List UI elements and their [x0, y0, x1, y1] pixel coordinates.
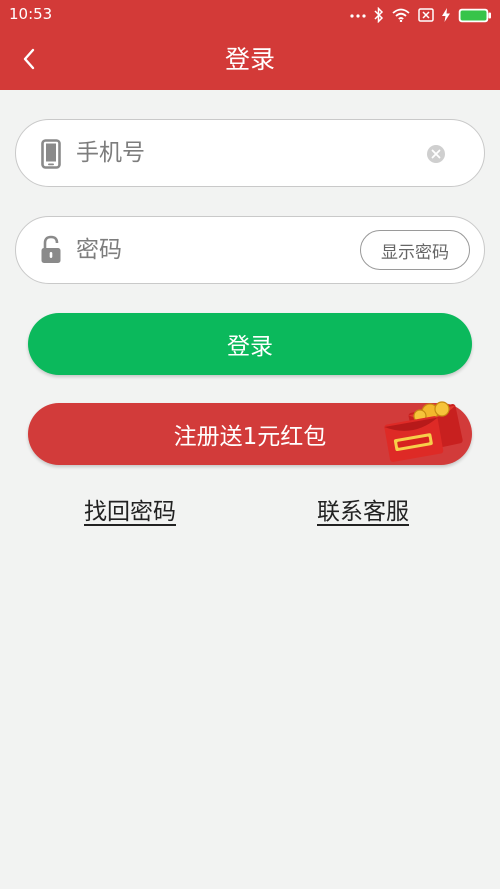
password-field: 显示密码	[15, 216, 485, 284]
smartphone-icon	[41, 139, 61, 169]
battery-icon	[458, 8, 491, 22]
charging-icon	[442, 8, 450, 22]
contact-service-link[interactable]: 联系客服	[317, 496, 409, 528]
more-dots-icon	[350, 14, 366, 18]
phone-field	[15, 119, 485, 187]
clear-icon[interactable]	[426, 144, 446, 164]
no-sim-icon	[418, 8, 434, 22]
app-header: 10:53 登录	[0, 0, 500, 90]
password-input[interactable]	[76, 231, 406, 269]
status-bar: 10:53	[0, 0, 500, 30]
status-icons	[350, 6, 492, 24]
lock-icon	[41, 235, 61, 263]
show-password-button[interactable]: 显示密码	[360, 230, 470, 270]
status-time: 10:53	[9, 5, 53, 23]
forgot-password-link[interactable]: 找回密码	[84, 496, 176, 528]
red-packet-icon	[384, 401, 463, 462]
wifi-icon	[392, 8, 410, 22]
phone-input[interactable]	[76, 134, 406, 172]
login-button[interactable]: 登录	[28, 313, 472, 375]
page-title: 登录	[224, 45, 275, 74]
bluetooth-icon	[374, 7, 384, 23]
